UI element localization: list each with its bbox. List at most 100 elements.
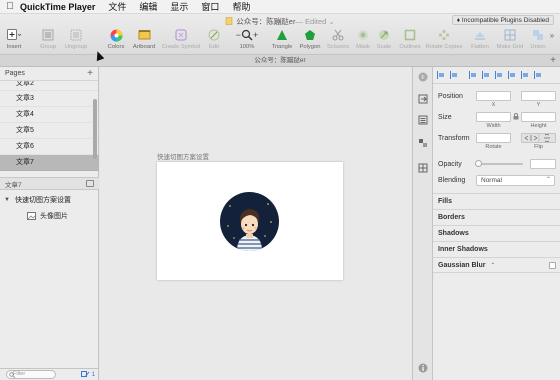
menu-edit[interactable]: 编辑 <box>139 0 157 13</box>
triangle-label: Triangle <box>271 44 293 50</box>
rotate-copies-button[interactable]: Rotate Copies <box>426 28 462 50</box>
group-button[interactable]: Group <box>34 28 62 50</box>
size-label: Size <box>438 114 452 121</box>
layer-artboard[interactable]: ▼ 快速切图方案设置 <box>0 193 99 206</box>
apple-menu-icon[interactable]:  <box>0 1 20 12</box>
export-icon[interactable] <box>418 94 428 104</box>
page-item[interactable]: 文章4 <box>0 107 99 123</box>
artboard-icon <box>137 28 151 42</box>
menu-help[interactable]: 帮助 <box>232 0 250 13</box>
pages-scrollbar[interactable] <box>93 99 97 159</box>
borders-section[interactable]: Borders <box>433 209 560 225</box>
align-top-icon[interactable] <box>508 71 516 79</box>
collapse-icon[interactable] <box>86 180 94 187</box>
page-item[interactable]: 文章5 <box>0 123 99 139</box>
zoom-in-button[interactable]: + <box>253 30 258 40</box>
position-x-input[interactable] <box>476 91 511 101</box>
ungroup-button[interactable]: Ungroup <box>62 28 90 50</box>
outlines-button[interactable]: Outlines <box>396 28 424 50</box>
scissors-button[interactable]: Scissors <box>324 28 352 50</box>
align-bottom-icon[interactable] <box>534 71 542 79</box>
zoom-control[interactable]: − + 100% <box>230 28 264 50</box>
outlines-icon <box>403 28 417 42</box>
flatten-button[interactable]: Flatten <box>466 28 494 50</box>
gaussian-blur-section[interactable]: Gaussian Blur ⌃ <box>433 257 560 273</box>
menu-bar:  QuickTime Player 文件 编辑 显示 窗口 帮助 <box>0 0 560 14</box>
polygon-button[interactable]: Polygon <box>296 28 324 50</box>
artboard[interactable] <box>157 162 343 280</box>
inner-shadows-section[interactable]: Inner Shadows <box>433 241 560 257</box>
ungroup-label: Ungroup <box>64 44 88 50</box>
shadows-section[interactable]: Shadows <box>433 225 560 241</box>
menu-window[interactable]: 窗口 <box>201 0 219 13</box>
position-y-input[interactable] <box>521 91 556 101</box>
polygon-label: Polygon <box>299 44 321 50</box>
colors-button[interactable]: Colors <box>102 28 130 50</box>
inspector-mode-icon[interactable]: F <box>418 72 428 82</box>
align-right-icon[interactable] <box>495 71 503 79</box>
grid-view-icon[interactable] <box>418 163 428 173</box>
scale-label: Scale <box>376 44 392 50</box>
page-item-selected[interactable]: 文章7 <box>0 155 99 171</box>
document-icon <box>225 17 233 25</box>
triangle-button[interactable]: Triangle <box>268 28 296 50</box>
distribute-horizontal-icon[interactable] <box>437 71 445 79</box>
rotate-copies-label: Rotate Copies <box>425 44 463 50</box>
align-left-icon[interactable] <box>469 71 477 79</box>
mask-label: Mask <box>356 44 370 50</box>
artboard-button[interactable]: Artboard <box>130 28 158 50</box>
blending-label: Blending <box>438 177 466 184</box>
opacity-input[interactable] <box>530 159 556 169</box>
toolbar: 公众号：陈蹦跶er — Edited ⌄ ♦ Incompatible Plug… <box>0 14 560 55</box>
blending-select[interactable]: Normal <box>476 175 555 186</box>
polygon-icon <box>303 28 317 42</box>
menu-view[interactable]: 显示 <box>170 0 188 13</box>
artboard-title[interactable]: 快速切图方案设置 <box>157 151 209 161</box>
info-icon[interactable] <box>418 363 428 373</box>
align-middle-icon[interactable] <box>521 71 529 79</box>
chevron-updown-icon[interactable]: ⌃ <box>490 263 495 269</box>
insert-button[interactable]: Insert <box>0 28 28 50</box>
canvas[interactable]: 快速切图方案设置 <box>100 67 411 380</box>
flip-buttons[interactable] <box>521 133 556 143</box>
align-center-icon[interactable] <box>482 71 490 79</box>
document-tab[interactable]: 公众号：陈蹦跶er <box>254 57 305 64</box>
scale-button[interactable]: Scale <box>370 28 398 50</box>
gaussian-blur-label: Gaussian Blur <box>438 262 486 269</box>
layers-icon[interactable] <box>418 115 428 125</box>
edit-button[interactable]: Edit <box>200 28 228 50</box>
opacity-slider[interactable] <box>475 160 523 167</box>
pages-title: Pages <box>5 70 25 77</box>
width-input[interactable] <box>476 112 511 122</box>
add-tab-button[interactable]: + <box>550 55 556 67</box>
more-tools-button[interactable]: » <box>545 28 559 42</box>
window-edited-text[interactable]: — Edited ⌄ <box>295 17 334 26</box>
height-input[interactable] <box>521 112 556 122</box>
gaussian-blur-checkbox[interactable] <box>549 262 556 269</box>
page-item[interactable]: 文章6 <box>0 139 99 155</box>
symbols-icon[interactable] <box>418 138 428 148</box>
disclosure-triangle-icon[interactable]: ▼ <box>4 197 10 203</box>
rotate-input[interactable] <box>476 133 511 143</box>
distribute-vertical-icon[interactable] <box>450 71 458 79</box>
create-symbol-button[interactable]: Create Symbol <box>162 28 200 50</box>
layer-image[interactable]: 头像图片 <box>0 209 99 222</box>
menu-app-name[interactable]: QuickTime Player <box>20 2 95 12</box>
avatar-image[interactable] <box>220 192 279 251</box>
opacity-slider-knob[interactable] <box>475 160 482 167</box>
slice-filter-icon[interactable] <box>80 371 90 378</box>
avatar-illustration <box>227 203 272 251</box>
menu-file[interactable]: 文件 <box>108 0 126 13</box>
current-page-name: 文章7 <box>5 181 22 189</box>
page-item[interactable]: 文章2 <box>0 81 99 91</box>
lock-icon[interactable] <box>513 113 519 120</box>
create-symbol-label: Create Symbol <box>161 44 201 50</box>
page-item[interactable]: 文章3 <box>0 91 99 107</box>
outlines-label: Outlines <box>399 44 421 50</box>
make-grid-button[interactable]: Make Grid <box>496 28 524 50</box>
fills-section[interactable]: Fills <box>433 193 560 209</box>
incompatible-plugins-badge[interactable]: ♦ Incompatible Plugins Disabled <box>451 15 554 25</box>
image-layer-name: 头像图片 <box>40 212 68 220</box>
grid-icon <box>503 28 517 42</box>
add-page-button[interactable]: + <box>87 68 93 79</box>
